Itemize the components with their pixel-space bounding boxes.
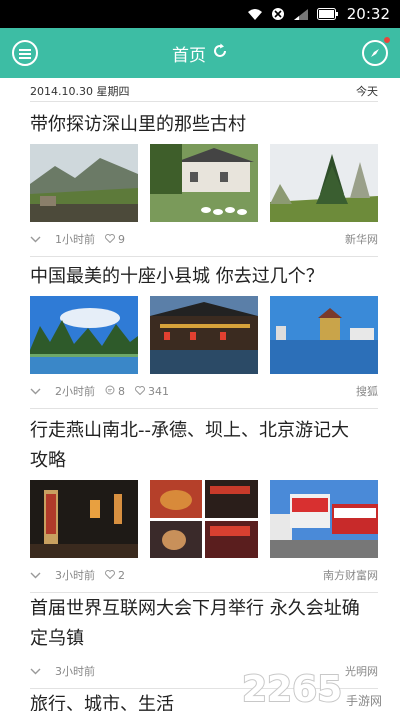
comment-icon — [105, 385, 115, 398]
divider — [30, 256, 378, 257]
article-source: 南方财富网 — [323, 569, 378, 582]
like-count: 341 — [148, 384, 169, 398]
article-title-line: 行走燕山南北--承德、坝上、北京游记大 — [30, 420, 349, 441]
battery-icon — [316, 8, 339, 20]
post-time: 3小时前 — [55, 665, 95, 678]
likes: 341 — [135, 385, 169, 398]
article-title-line: 定乌镇 — [30, 628, 84, 649]
today-label: 今天 — [356, 84, 378, 98]
post-time: 3小时前 — [55, 569, 95, 582]
heart-icon — [105, 233, 115, 246]
menu-icon — [19, 44, 31, 63]
notification-dot — [384, 37, 390, 43]
divider — [30, 408, 378, 409]
likes: 2 — [105, 569, 125, 582]
article-title[interactable]: 首届世界互联网大会下月举行 永久会址确 定乌镇 — [30, 594, 378, 654]
svg-text:2265: 2265 — [242, 669, 342, 709]
chevron-down-icon[interactable] — [30, 233, 41, 246]
article-title-line: 攻略 — [30, 450, 66, 471]
article-card[interactable]: 中国最美的十座小县城 你去过几个？ 2小时前 8 341 搜狐 — [30, 262, 378, 409]
article-title[interactable]: 中国最美的十座小县城 你去过几个？ — [30, 262, 378, 292]
comments: 8 — [105, 385, 125, 398]
article-thumbnail[interactable] — [30, 480, 138, 558]
article-meta: 2小时前 8 341 搜狐 — [30, 378, 378, 404]
article-source: 搜狐 — [356, 385, 378, 398]
article-card[interactable]: 带你探访深山里的那些古村 1小时前 9 新华网 — [30, 110, 378, 257]
refresh-icon[interactable] — [212, 43, 228, 64]
clock: 20:32 — [346, 5, 390, 23]
date-row: 2014.10.30 星期四 今天 — [30, 80, 378, 102]
article-thumbnail[interactable] — [150, 296, 258, 374]
article-thumbnail[interactable] — [150, 144, 258, 222]
date-label: 2014.10.30 星期四 — [30, 84, 130, 98]
article-thumbnail[interactable] — [270, 480, 378, 558]
post-time: 2小时前 — [55, 385, 95, 398]
chevron-down-icon[interactable] — [30, 385, 41, 398]
heart-icon — [105, 569, 115, 582]
watermark-logo: 2265 手游网 — [240, 665, 390, 711]
article-thumbnail[interactable] — [270, 144, 378, 222]
sim-blocked-icon — [271, 7, 285, 21]
discover-button[interactable] — [362, 40, 388, 66]
signal-icon — [293, 8, 309, 21]
article-meta: 1小时前 9 新华网 — [30, 226, 378, 252]
article-thumbnail[interactable] — [270, 296, 378, 374]
article-thumbnail[interactable] — [150, 480, 258, 558]
status-bar: 20:32 — [0, 0, 400, 28]
article-thumbnail[interactable] — [30, 144, 138, 222]
article-card[interactable]: 行走燕山南北--承德、坝上、北京游记大 攻略 3小时前 2 南方财富网 — [30, 416, 378, 593]
divider — [30, 592, 378, 593]
article-title[interactable]: 带你探访深山里的那些古村 — [30, 110, 378, 140]
menu-button[interactable] — [12, 40, 38, 66]
app-header: 首页 — [0, 28, 400, 78]
page-title: 首页 — [172, 45, 206, 66]
post-time: 1小时前 — [55, 233, 95, 246]
svg-text:手游网: 手游网 — [346, 694, 382, 708]
chevron-down-icon[interactable] — [30, 569, 41, 582]
article-source: 新华网 — [345, 233, 378, 246]
comment-count: 8 — [118, 384, 125, 398]
article-title-line: 首届世界互联网大会下月举行 永久会址确 — [30, 598, 360, 619]
article-thumbnail[interactable] — [30, 296, 138, 374]
like-count: 9 — [118, 232, 125, 246]
heart-icon — [135, 385, 145, 398]
article-title[interactable]: 行走燕山南北--承德、坝上、北京游记大 攻略 — [30, 416, 378, 476]
like-count: 2 — [118, 568, 125, 582]
likes: 9 — [105, 233, 125, 246]
page-title-group[interactable]: 首页 — [172, 41, 228, 66]
compass-icon — [369, 44, 381, 63]
article-meta: 3小时前 2 南方财富网 — [30, 562, 378, 588]
wifi-icon — [247, 8, 263, 21]
chevron-down-icon[interactable] — [30, 665, 41, 678]
